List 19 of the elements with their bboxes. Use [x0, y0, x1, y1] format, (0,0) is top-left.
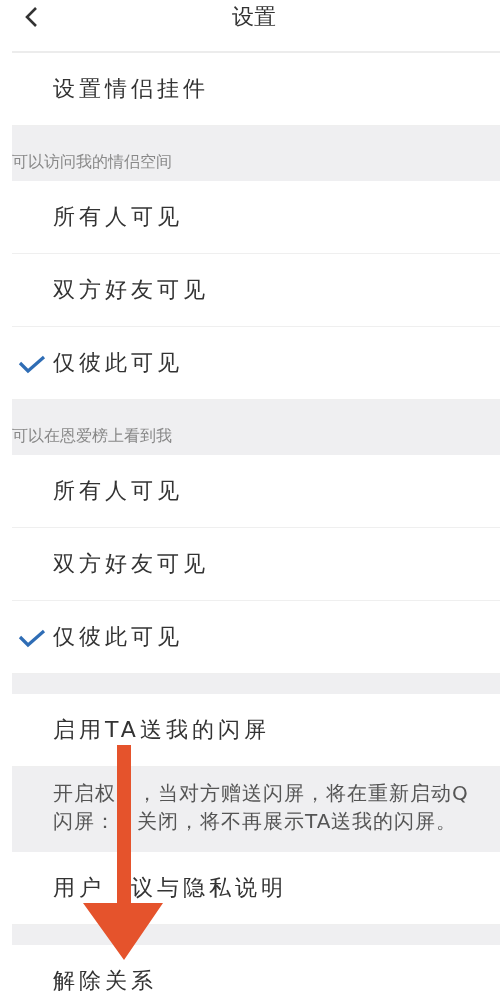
item-label: 议与隐私说明 [131, 874, 287, 902]
back-icon[interactable] [24, 6, 38, 28]
note-text: 开启权 [53, 780, 116, 807]
option-label: 仅彼此可见 [53, 349, 183, 377]
option-label: 所有人可见 [53, 477, 183, 505]
item-label: 解除关系 [53, 967, 157, 995]
note-text: 闪屏： [53, 808, 116, 835]
page-title: 设置 [232, 3, 276, 31]
item-label: 用户 [53, 874, 105, 902]
section-header: 可以在恩爱榜上看到我 [12, 426, 172, 447]
note-text: ，当对方赠送闪屏，将在重新启动Q [137, 780, 469, 807]
option-label: 双方好友可见 [53, 550, 209, 578]
item-label: 启用TA送我的闪屏 [53, 716, 270, 744]
option-label: 仅彼此可见 [53, 623, 183, 651]
section-header: 可以访问我的情侣空间 [12, 152, 172, 173]
note-text: 关闭，将不再展示TA送我的闪屏。 [137, 808, 458, 835]
option-label: 双方好友可见 [53, 276, 209, 304]
option-label: 所有人可见 [53, 203, 183, 231]
item-label: 设置情侣挂件 [53, 75, 209, 103]
